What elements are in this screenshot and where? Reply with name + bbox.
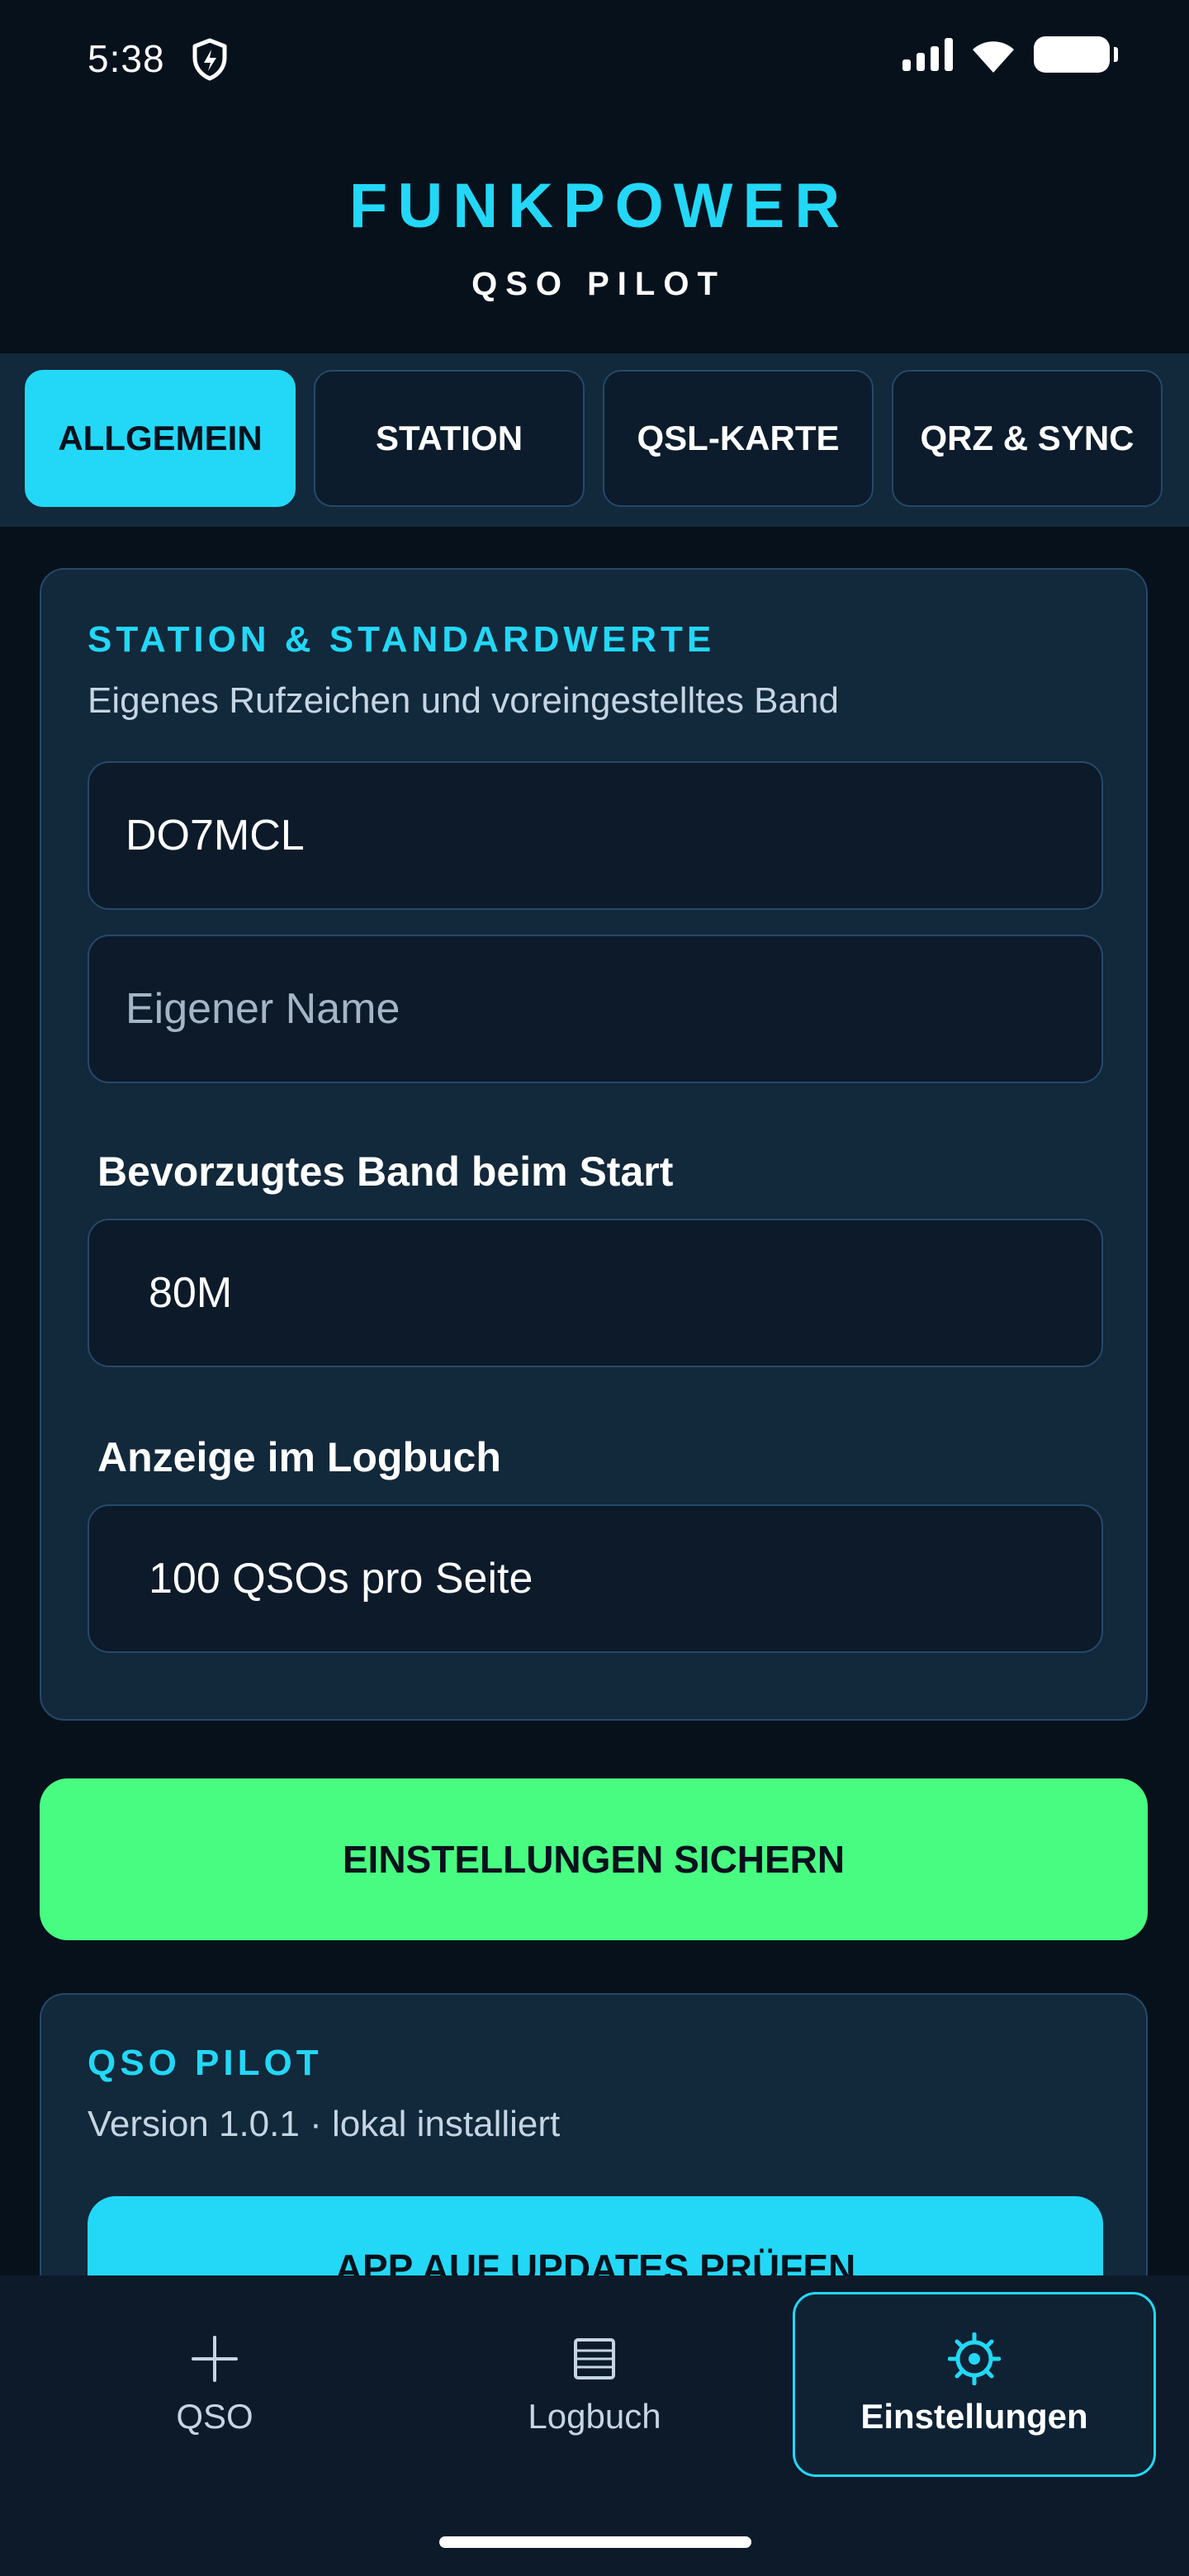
band-label: Bevorzugtes Band beim Start [97, 1148, 674, 1195]
brand-title: FUNKPOWER [348, 171, 850, 241]
band-select-value: 80M [149, 1269, 233, 1317]
plus-icon [192, 2336, 238, 2382]
save-settings-button[interactable]: EINSTELLUNGEN SICHERN [40, 1778, 1148, 1940]
nav-qso-label: QSO [176, 2397, 253, 2436]
bottom-navigation: QSO Logbuch Einstellungen [0, 2275, 1189, 2576]
signal-icon [902, 38, 953, 71]
own-name-field[interactable] [88, 935, 1103, 1083]
status-indicators [902, 36, 1118, 73]
nav-einstellungen[interactable]: Einstellungen [793, 2292, 1156, 2477]
section-description: Eigenes Rufzeichen und voreingestelltes … [88, 680, 839, 721]
logbook-page-size-select[interactable]: 100 QSOs pro Seite [88, 1504, 1103, 1653]
brand-subtitle: QSO PILOT [471, 266, 726, 302]
wifi-icon [973, 41, 1014, 73]
callsign-input[interactable] [89, 763, 1101, 908]
settings-screen: 5:38 FUNKPOWER QSO PILOT ALLGEMEIN STATI… [0, 0, 1189, 2576]
app-header: FUNKPOWER QSO PILOT [0, 116, 1189, 353]
app-heading: QSO PILOT [88, 2043, 323, 2083]
nav-qso[interactable]: QSO [33, 2292, 396, 2477]
gear-icon [948, 2332, 1001, 2385]
shield-icon [192, 38, 227, 81]
section-heading: STATION & STANDARDWERTE [88, 619, 716, 660]
version-text: Version 1.0.1 · lokal installiert [88, 2104, 561, 2144]
callsign-field[interactable] [88, 761, 1103, 910]
nav-logbuch-label: Logbuch [528, 2397, 661, 2436]
band-select[interactable]: 80M [88, 1219, 1103, 1367]
battery-icon [1034, 36, 1118, 73]
tab-allgemein[interactable]: ALLGEMEIN [25, 370, 296, 507]
list-icon [574, 2338, 615, 2379]
tab-station[interactable]: STATION [314, 370, 585, 507]
tab-qrz-sync[interactable]: QRZ & SYNC [892, 370, 1163, 507]
status-time: 5:38 [88, 37, 165, 80]
own-name-input[interactable] [89, 936, 1101, 1082]
home-indicator[interactable] [439, 2536, 751, 2548]
logbook-select-value: 100 QSOs pro Seite [149, 1555, 533, 1603]
logbook-label: Anzeige im Logbuch [97, 1434, 501, 1480]
tab-qsl-karte[interactable]: QSL-KARTE [603, 370, 874, 507]
settings-tabs: ALLGEMEIN STATION QSL-KARTE QRZ & SYNC [0, 353, 1189, 527]
nav-einstellungen-label: Einstellungen [860, 2397, 1088, 2436]
station-defaults-card: STATION & STANDARDWERTE Eigenes Rufzeich… [40, 568, 1148, 1721]
nav-logbuch[interactable]: Logbuch [413, 2292, 776, 2477]
status-bar: 5:38 [0, 0, 1189, 116]
